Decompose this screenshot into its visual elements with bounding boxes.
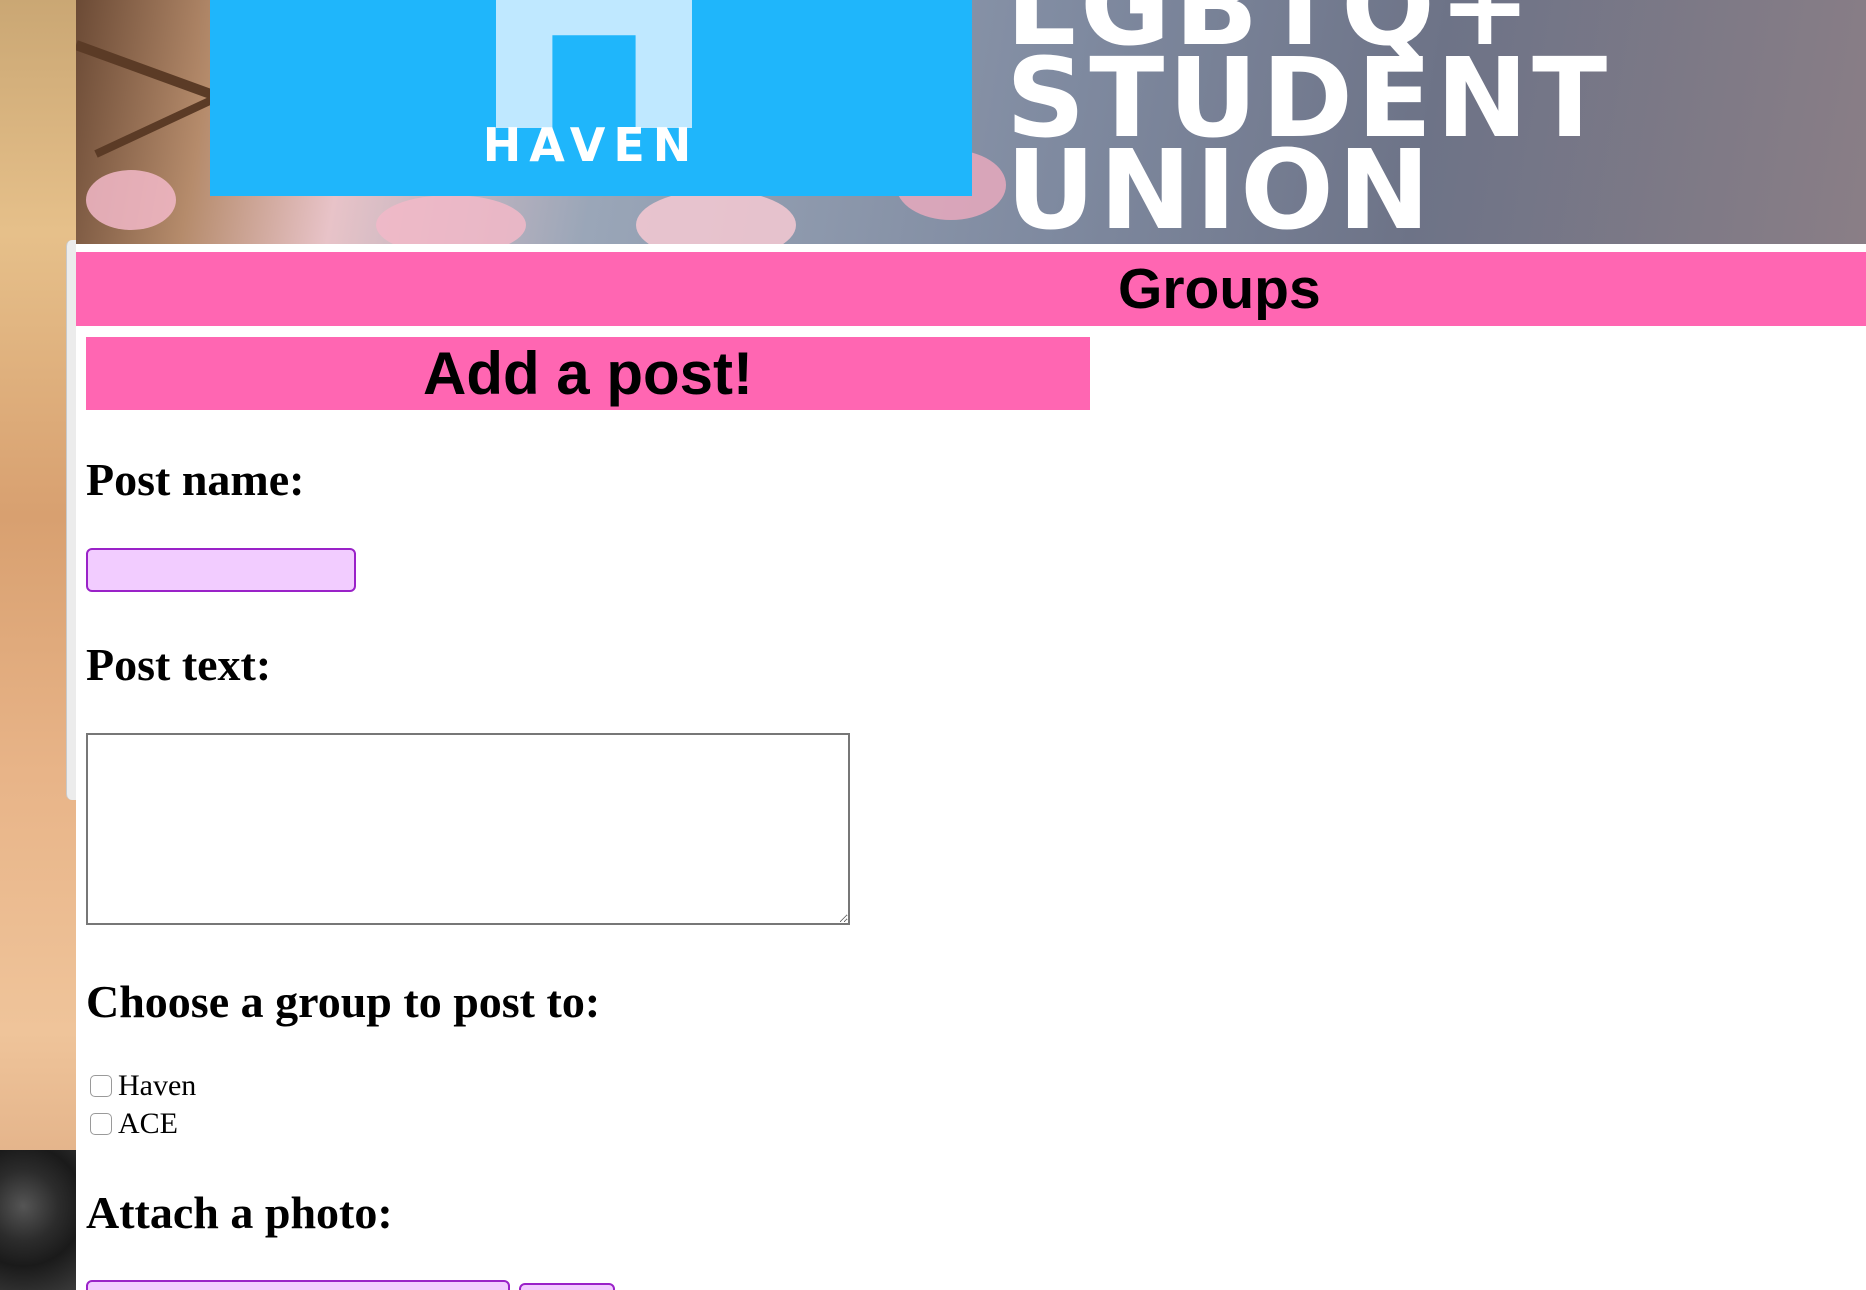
blossom-decoration bbox=[376, 195, 526, 244]
section-title: Groups bbox=[1118, 257, 1321, 321]
attach-photo-label: Attach a photo: bbox=[86, 1187, 393, 1238]
desktop-rock-image bbox=[0, 1150, 78, 1290]
post-text-area[interactable] bbox=[86, 733, 850, 925]
ace-checkbox[interactable] bbox=[90, 1113, 112, 1135]
site-banner: H HAVEN LGBTQ+ STUDENT UNION bbox=[76, 0, 1866, 244]
banner-title: LGBTQ+ STUDENT UNION bbox=[1006, 0, 1612, 244]
browser-page: H HAVEN LGBTQ+ STUDENT UNION Groups Add … bbox=[76, 0, 1866, 1290]
logo-wordmark: HAVEN bbox=[482, 118, 700, 172]
group-choice-label: Choose a group to post to: bbox=[86, 976, 601, 1027]
group-option-ace[interactable]: ACE bbox=[90, 1106, 178, 1142]
ace-checkbox-label: ACE bbox=[118, 1107, 178, 1140]
haven-checkbox[interactable] bbox=[90, 1075, 112, 1097]
post-name-input[interactable] bbox=[86, 548, 356, 592]
add-post-heading: Add a post! bbox=[86, 337, 1090, 410]
haven-logo: H HAVEN bbox=[210, 0, 972, 196]
haven-checkbox-label: Haven bbox=[118, 1069, 197, 1102]
photo-file-field[interactable] bbox=[86, 1280, 510, 1290]
photo-browse-button[interactable] bbox=[519, 1283, 615, 1290]
section-header-bar bbox=[76, 252, 1866, 326]
blossom-decoration bbox=[86, 170, 176, 230]
group-option-haven[interactable]: Haven bbox=[90, 1068, 196, 1104]
post-name-label: Post name: bbox=[86, 454, 305, 505]
post-text-label: Post text: bbox=[86, 639, 272, 690]
